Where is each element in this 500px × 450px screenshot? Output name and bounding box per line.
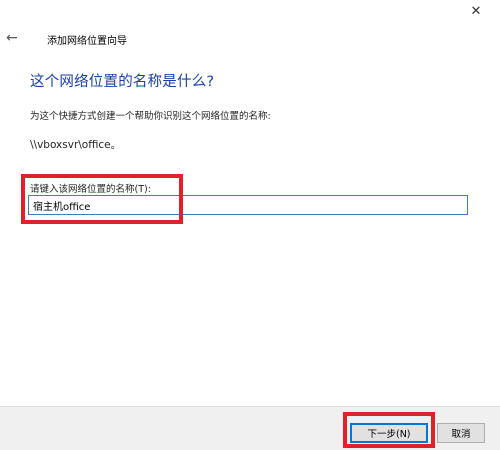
- network-path-text: \\vboxsvr\office。: [30, 139, 122, 151]
- next-button[interactable]: 下一步(N): [350, 423, 428, 443]
- close-icon[interactable]: ✕: [460, 0, 492, 22]
- wizard-title: 添加网络位置向导: [47, 36, 127, 47]
- cancel-button[interactable]: 取消: [437, 423, 485, 443]
- instruction-text: 为这个快捷方式创建一个帮助你识别这个网络位置的名称:: [30, 111, 271, 122]
- name-field-label: 请键入该网络位置的名称(T):: [30, 184, 151, 195]
- wizard-header: ← 添加网络位置向导: [0, 28, 500, 52]
- page-heading: 这个网络位置的名称是什么?: [30, 74, 215, 90]
- back-arrow-icon[interactable]: ←: [6, 30, 18, 46]
- button-bar: 下一步(N) 取消: [0, 406, 500, 450]
- wizard-window: ✕ ← 添加网络位置向导 这个网络位置的名称是什么? 为这个快捷方式创建一个帮助…: [0, 0, 500, 450]
- network-location-name-input[interactable]: [28, 195, 468, 215]
